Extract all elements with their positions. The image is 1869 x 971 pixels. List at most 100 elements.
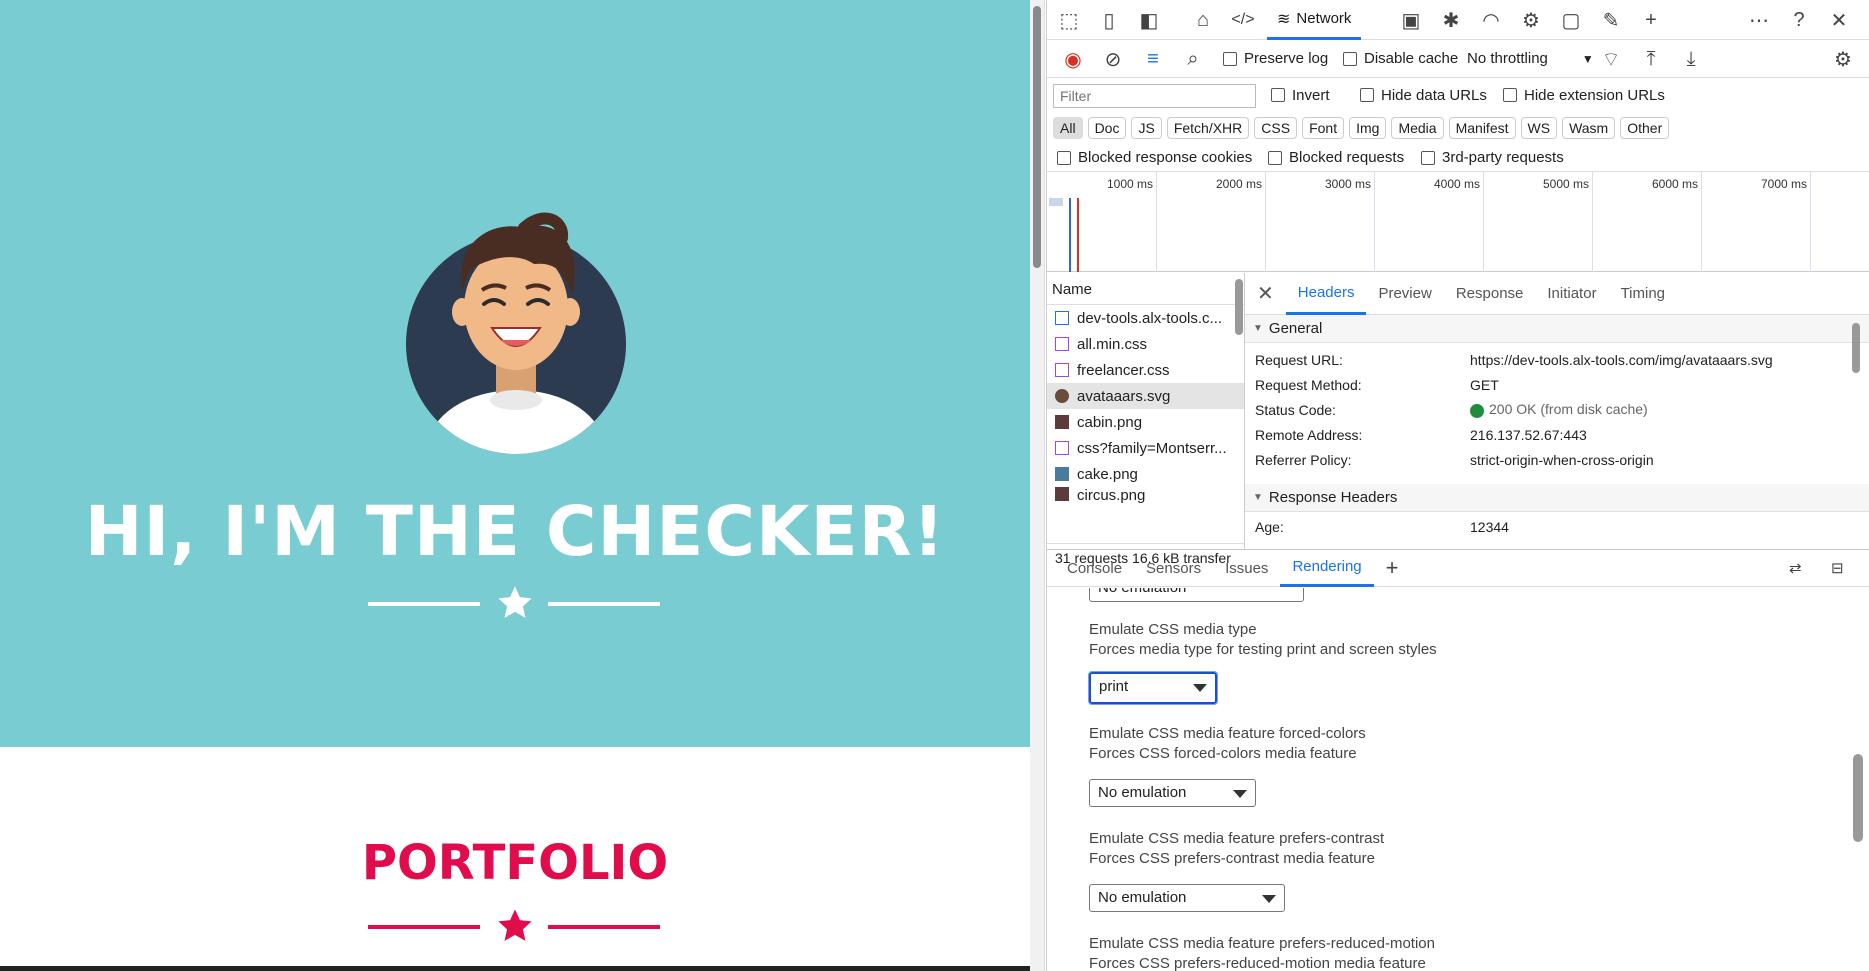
chip-media[interactable]: Media [1391,117,1444,139]
blocked-requests-checkbox[interactable]: Blocked requests [1268,144,1404,171]
details-scrollbar[interactable] [1852,323,1860,373]
filter-funnel-icon[interactable]: ≡ [1137,39,1169,79]
previous-emulation-select[interactable]: No emulation [1089,588,1304,602]
invert-checkbox[interactable]: Invert [1271,78,1330,112]
elements-code-icon[interactable]: </> [1227,0,1259,40]
chip-js[interactable]: JS [1131,117,1162,139]
age-row: Age: 12344 [1245,514,1869,539]
chip-ws[interactable]: WS [1520,117,1558,139]
network-conditions-icon[interactable]: ⌔ [1595,39,1627,79]
drawer-tab-console[interactable]: Console [1047,549,1134,587]
prefers-contrast-select[interactable]: No emulation [1089,884,1285,912]
drawer-tab-rendering[interactable]: Rendering [1280,549,1374,587]
request-row[interactable]: css?family=Montserr... [1047,435,1244,461]
welcome-home-icon[interactable]: ⌂ [1187,0,1219,40]
extensions-icon[interactable]: ✎ [1595,0,1627,40]
network-timeline-overview[interactable]: 1000 ms 2000 ms 3000 ms 4000 ms 5000 ms … [1047,172,1869,272]
blocked-cookies-checkbox[interactable]: Blocked response cookies [1057,144,1252,171]
throttling-select[interactable]: No throttling ▼ [1467,40,1594,77]
checkbox-icon [1271,88,1285,102]
settings-gear-icon[interactable]: ⚙ [1515,0,1547,40]
drawer-tab-sensors[interactable]: Sensors [1134,549,1213,587]
application-icon[interactable]: ▢ [1555,0,1587,40]
request-name: avataaars.svg [1077,387,1171,405]
sources-bug-icon[interactable]: ✱ [1435,0,1467,40]
chip-img[interactable]: Img [1349,117,1387,139]
media-type-select[interactable]: print [1088,671,1218,705]
tab-preview[interactable]: Preview [1366,273,1443,315]
add-drawer-tab-icon[interactable]: + [1374,549,1411,587]
rendering-scrollbar-thumb[interactable] [1853,754,1863,842]
hero-title: HI, I'M THE CHECKER! [84,492,946,572]
close-drawer-icon[interactable]: ⊟ [1819,549,1856,587]
page-scrollbar-thumb[interactable] [1033,6,1041,268]
hide-extension-urls-checkbox[interactable]: Hide extension URLs [1503,78,1665,112]
device-toolbar-icon[interactable]: ▯ [1093,0,1125,40]
forced-colors-select[interactable]: No emulation [1089,779,1256,807]
chip-font[interactable]: Font [1302,117,1345,139]
throttling-value: No throttling [1467,50,1548,67]
chip-doc[interactable]: Doc [1087,117,1127,139]
tab-response[interactable]: Response [1444,273,1536,315]
load-event-marker [1077,198,1079,272]
image-thumbnail-icon [1055,487,1069,501]
performance-icon[interactable]: ◠ [1475,0,1507,40]
hero-section: HI, I'M THE CHECKER! [0,0,1030,747]
record-stop-icon[interactable]: ◉ [1057,39,1089,79]
response-headers-section-header[interactable]: ▼ Response Headers [1245,484,1869,512]
console-icon[interactable]: ▣ [1395,0,1427,40]
search-icon[interactable]: ⌕ [1177,39,1209,79]
chip-wasm[interactable]: Wasm [1562,117,1616,139]
preserve-log-label: Preserve log [1244,50,1329,67]
rendering-pane: No emulation Emulate CSS media type Forc… [1047,588,1869,971]
filter-input[interactable] [1053,84,1256,108]
header-key: Referrer Policy: [1255,451,1352,468]
disable-cache-checkbox[interactable]: Disable cache [1343,40,1458,77]
header-value: strict-origin-when-cross-origin [1470,451,1654,468]
chip-css[interactable]: CSS [1254,117,1298,139]
clear-icon[interactable]: ⊘ [1097,39,1129,79]
request-row[interactable]: dev-tools.alx-tools.c... [1047,305,1244,331]
checkbox-icon [1057,150,1071,165]
import-har-icon[interactable]: ⤒ [1635,39,1667,79]
request-list-scrollbar[interactable] [1235,279,1243,335]
request-row[interactable]: circus.png [1047,487,1244,503]
help-icon[interactable]: ? [1783,0,1815,40]
more-tabs-plus-icon[interactable]: + [1635,0,1667,40]
tab-headers[interactable]: Headers [1285,273,1367,315]
more-options-icon[interactable]: ⋯ [1743,0,1775,40]
preserve-log-checkbox[interactable]: Preserve log [1223,40,1328,77]
general-section-header[interactable]: ▼ General [1245,315,1869,343]
request-name: cake.png [1077,465,1138,483]
page-scrollbar[interactable] [1030,0,1045,971]
chip-other[interactable]: Other [1620,117,1670,139]
request-row[interactable]: cabin.png [1047,409,1244,435]
request-row[interactable]: all.min.css [1047,331,1244,357]
move-drawer-icon[interactable]: ⇄ [1777,549,1814,587]
chip-manifest[interactable]: Manifest [1448,117,1516,139]
close-devtools-icon[interactable]: ✕ [1823,0,1855,40]
option-title: Emulate CSS media feature prefers-reduce… [1089,935,1435,952]
drawer-tab-issues[interactable]: Issues [1213,549,1280,587]
third-party-requests-checkbox[interactable]: 3rd-party requests [1421,144,1564,171]
export-har-icon[interactable]: ⤓ [1675,39,1707,79]
chip-all[interactable]: All [1053,117,1083,139]
triangle-down-icon: ▼ [1253,323,1263,334]
request-row[interactable]: freelancer.css [1047,357,1244,383]
tab-network[interactable]: ≋ Network [1267,0,1362,40]
hide-data-urls-checkbox[interactable]: Hide data URLs [1360,78,1487,112]
inspect-element-icon[interactable]: ⬚ [1053,0,1085,40]
request-row[interactable]: cake.png [1047,461,1244,487]
tab-initiator[interactable]: Initiator [1535,273,1608,315]
forced-colors-option: Emulate CSS media feature forced-colors … [1089,724,1366,764]
request-row-selected[interactable]: avataaars.svg [1047,383,1244,409]
option-title: Emulate CSS media feature forced-colors [1089,725,1366,742]
name-column-header[interactable]: Name [1047,273,1244,305]
dock-side-icon[interactable]: ◧ [1133,0,1165,40]
chip-fetch-xhr[interactable]: Fetch/XHR [1166,117,1250,139]
star-icon [498,586,532,618]
header-value: https://dev-tools.alx-tools.com/img/avat… [1470,351,1773,368]
network-settings-gear-icon[interactable]: ⚙ [1827,39,1859,79]
close-details-icon[interactable]: ✕ [1245,273,1286,315]
tab-timing[interactable]: Timing [1609,273,1677,315]
